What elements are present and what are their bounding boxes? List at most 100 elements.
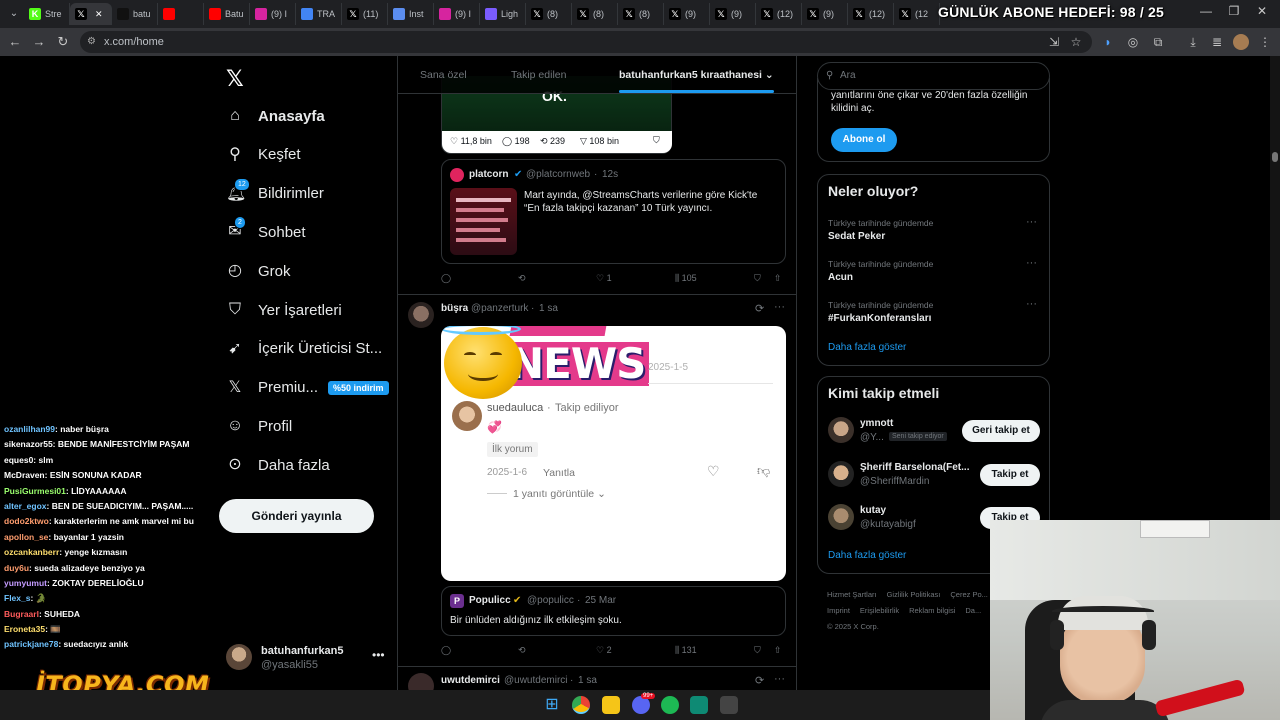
tweet-time[interactable]: 1 sa bbox=[578, 675, 597, 686]
footer-link[interactable]: Çerez Po... bbox=[950, 590, 988, 599]
media-views[interactable]: ▽ 108 bin bbox=[580, 136, 619, 147]
account-switcher[interactable]: batuhanfurkan5 @yasakli55 ••• bbox=[226, 642, 386, 676]
maximize-icon[interactable]: ❐ bbox=[1224, 4, 1244, 18]
browser-tab[interactable]: 𝕏 (12 bbox=[894, 3, 940, 25]
footer-link[interactable]: Hizmet Şartları bbox=[827, 590, 877, 599]
tab-search-icon[interactable]: ⌄ bbox=[4, 4, 24, 24]
site-info-icon[interactable]: ⚙ bbox=[87, 31, 96, 53]
x-logo-icon[interactable]: 𝕏 bbox=[226, 66, 244, 92]
media-reposts[interactable]: ⟲ 239 bbox=[540, 136, 565, 147]
scrollbar-thumb[interactable] bbox=[1272, 152, 1278, 162]
browser-tab[interactable]: (9) I bbox=[250, 3, 296, 25]
nav-item-grok[interactable]: ◴ Grok bbox=[226, 257, 291, 285]
browser-tab[interactable]: 𝕏 (9) bbox=[710, 3, 756, 25]
footer-link[interactable]: Imprint bbox=[827, 606, 850, 615]
show-more-follow-link[interactable]: Daha fazla göster bbox=[828, 550, 906, 561]
close-tab-icon[interactable]: ✕ bbox=[95, 9, 103, 20]
bookmark-star-icon[interactable]: ☆ bbox=[1068, 34, 1084, 50]
browser-tab[interactable]: (9) I bbox=[434, 3, 480, 25]
browser-tab[interactable]: 𝕏 (9) bbox=[664, 3, 710, 25]
bookmark-icon[interactable]: ⛉ bbox=[754, 273, 761, 284]
store-icon[interactable] bbox=[720, 696, 738, 714]
trend-name[interactable]: #FurkanKonferansları bbox=[828, 313, 931, 324]
repost-icon[interactable]: ⟲ bbox=[518, 273, 526, 284]
share-icon[interactable]: ⇧ bbox=[774, 273, 782, 284]
install-app-icon[interactable]: ⇲ bbox=[1046, 34, 1062, 50]
follow-button[interactable]: Takip et bbox=[980, 463, 1040, 486]
nav-item-bell[interactable]: 🔔︎ 12 Bildirimler bbox=[226, 177, 324, 208]
nav-item-rocket[interactable]: ➹ İçerik Üreticisi St... bbox=[226, 335, 382, 363]
nav-item-chat[interactable]: ✉ 2 Sohbet bbox=[226, 216, 306, 246]
quoted-tweet-card[interactable]: platcorn ✔ @platcornweb · 12s Mart ayınd… bbox=[441, 159, 786, 264]
reading-list-icon[interactable]: ≣ bbox=[1209, 34, 1225, 50]
tweet-author-name[interactable]: büşra bbox=[441, 303, 468, 314]
extensions-puzzle-icon[interactable]: ⧉ bbox=[1150, 34, 1166, 50]
trend-more-icon[interactable]: ··· bbox=[1026, 298, 1037, 310]
views-button[interactable]: ⫼ 131 bbox=[675, 645, 697, 656]
footer-link[interactable]: Da... bbox=[965, 606, 981, 615]
chrome-icon[interactable] bbox=[572, 696, 590, 714]
avatar[interactable] bbox=[408, 302, 434, 328]
suggested-user-name[interactable]: kutay bbox=[860, 505, 886, 516]
show-more-trends-link[interactable]: Daha fazla göster bbox=[828, 342, 906, 353]
profile-avatar[interactable] bbox=[1233, 34, 1249, 50]
suggested-user-name[interactable]: ymnott bbox=[860, 418, 893, 429]
browser-tab[interactable] bbox=[158, 3, 204, 25]
more-icon[interactable]: ··· bbox=[774, 673, 785, 685]
browser-tab[interactable]: batu bbox=[112, 3, 158, 25]
nav-item-more-circle[interactable]: ⊙ Daha fazla bbox=[226, 451, 329, 479]
browser-menu-icon[interactable]: ⋮ bbox=[1257, 34, 1273, 50]
browser-tab[interactable]: K Stre bbox=[24, 3, 70, 25]
reply-icon[interactable]: ◯ bbox=[441, 645, 451, 656]
windows-icon[interactable]: ⊞ bbox=[543, 696, 561, 714]
browser-tab[interactable]: 𝕏 ✕ bbox=[70, 3, 112, 25]
browser-tab[interactable]: 𝕏 (9) bbox=[802, 3, 848, 25]
browser-tab[interactable]: Ligh bbox=[480, 3, 526, 25]
suggested-user-name[interactable]: Şheriff Barselona(Fet... bbox=[860, 462, 969, 473]
folder-icon[interactable] bbox=[602, 696, 620, 714]
footer-link[interactable]: © 2025 X Corp. bbox=[827, 622, 879, 631]
media-replies[interactable]: ◯ 198 bbox=[502, 136, 530, 147]
trend-more-icon[interactable]: ··· bbox=[1026, 257, 1037, 269]
reply-icon[interactable]: ◯ bbox=[441, 273, 451, 284]
browser-tab[interactable]: Batu bbox=[204, 3, 250, 25]
grok-icon[interactable]: ⟳ bbox=[755, 302, 764, 315]
download-icon[interactable]: ⤓ bbox=[1185, 34, 1201, 50]
url-input[interactable]: ⚙ x.com/home ⇲ ☆ bbox=[80, 31, 1092, 53]
nav-item-person[interactable]: ☺ Profil bbox=[226, 412, 292, 440]
tab-following[interactable]: Takip edilen bbox=[511, 69, 566, 81]
browser-tab[interactable]: 𝕏 (8) bbox=[572, 3, 618, 25]
media-bookmark-icon[interactable]: ⛉ bbox=[653, 135, 660, 146]
browser-tab[interactable]: 𝕏 (8) bbox=[526, 3, 572, 25]
tab-community[interactable]: batuhanfurkan5 kıraathanesi ⌄ bbox=[619, 69, 774, 81]
minimize-icon[interactable]: — bbox=[1196, 4, 1216, 18]
tweet-author-handle[interactable]: @panzerturk bbox=[471, 303, 528, 314]
avatar[interactable] bbox=[828, 504, 854, 530]
share-icon[interactable]: ⇧ bbox=[774, 645, 782, 656]
bookmark-icon[interactable]: ⛉ bbox=[754, 645, 761, 656]
tweet-image[interactable]: NEWS 2025-1-5 suedauluca · Takip ediliyo… bbox=[441, 326, 786, 581]
back-icon[interactable]: ← bbox=[6, 33, 24, 51]
app-icon[interactable] bbox=[690, 696, 708, 714]
trend-name[interactable]: Sedat Peker bbox=[828, 231, 885, 242]
browser-tab[interactable]: 𝕏 (11) bbox=[342, 3, 388, 25]
like-button[interactable]: ♡ 1 bbox=[596, 273, 612, 284]
trend-name[interactable]: Acun bbox=[828, 272, 853, 283]
browser-tab[interactable]: 𝕏 (12) bbox=[848, 3, 894, 25]
grok-icon[interactable]: ⟳ bbox=[755, 674, 764, 687]
nav-item-home[interactable]: ⌂ Anasayfa bbox=[226, 102, 325, 130]
forward-icon[interactable]: → bbox=[30, 33, 48, 51]
views-button[interactable]: ⫼ 105 bbox=[675, 273, 697, 284]
post-button[interactable]: Gönderi yayınla bbox=[219, 499, 374, 533]
more-icon[interactable]: ••• bbox=[372, 648, 385, 662]
avatar[interactable] bbox=[828, 460, 854, 487]
extension-2-icon[interactable]: ◎ bbox=[1125, 34, 1141, 50]
browser-tab[interactable]: Inst bbox=[388, 3, 434, 25]
close-window-icon[interactable]: ✕ bbox=[1252, 4, 1272, 18]
trend-more-icon[interactable]: ··· bbox=[1026, 216, 1037, 228]
footer-link[interactable]: Reklam bilgisi bbox=[909, 606, 955, 615]
avatar[interactable] bbox=[828, 417, 854, 443]
reload-icon[interactable]: ↻ bbox=[54, 33, 72, 51]
more-icon[interactable]: ··· bbox=[774, 301, 785, 313]
tweet-author-name[interactable]: uwutdemirci bbox=[441, 675, 500, 686]
